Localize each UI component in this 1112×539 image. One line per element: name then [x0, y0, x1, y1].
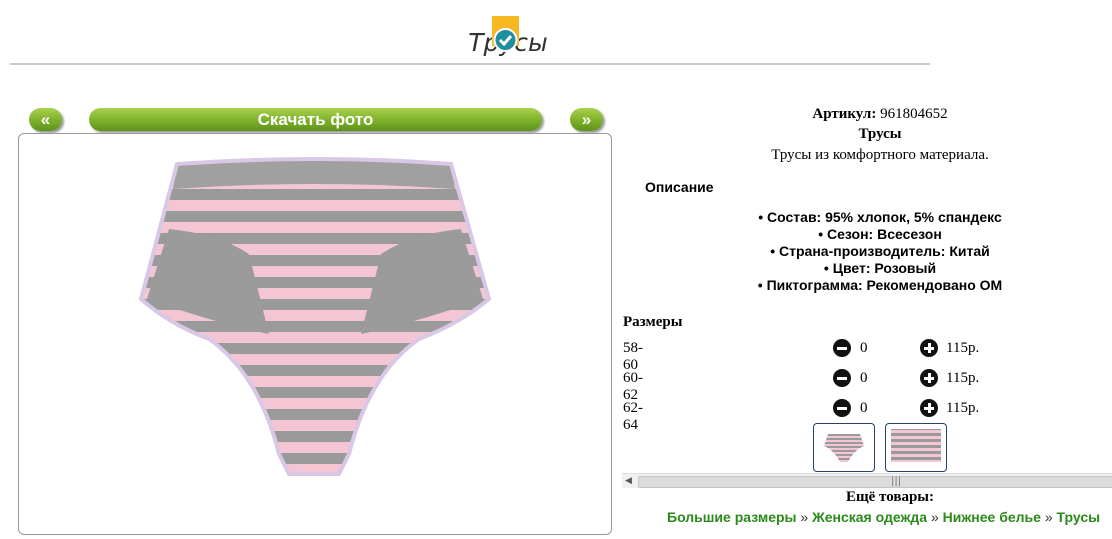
separator: »: [1040, 509, 1057, 525]
description-heading: Описание: [645, 179, 714, 195]
quantity-value: 0: [860, 400, 868, 416]
grip-icon: |||: [891, 476, 902, 487]
size-price: 115р.: [946, 370, 980, 386]
download-photo-button[interactable]: Скачать фото: [89, 108, 542, 131]
feature-item: • Пиктограмма: Рекомендовано ОМ: [757, 277, 1003, 293]
product-short-description: Трусы из комфортного материала.: [771, 147, 989, 163]
product-photo: [138, 157, 492, 476]
minus-icon[interactable]: [833, 339, 851, 357]
thumbnail-image: [891, 429, 941, 462]
article-line: Артикул: 961804652: [620, 106, 1112, 123]
feature-item: • Сезон: Всесезон: [818, 226, 942, 242]
feature-text: Пиктограмма: Рекомендовано ОМ: [766, 277, 1003, 293]
size-price: 115р.: [946, 400, 980, 416]
feature-item: • Страна-производитель: Китай: [770, 243, 990, 259]
feature-item: • Цвет: Розовый: [823, 260, 937, 276]
verified-badge-icon: [492, 16, 519, 52]
feature-item: • Состав: 95% хлопок, 5% спандекс: [758, 209, 1002, 225]
plus-icon[interactable]: [920, 399, 938, 417]
scrollbar-thumb[interactable]: |||: [638, 476, 1112, 488]
feature-text: Сезон: Всесезон: [827, 226, 942, 242]
category-links: Большие размеры » Женская одежда » Нижне…: [667, 509, 1100, 525]
title-divider: [10, 63, 930, 65]
feature-text: Страна-производитель: Китай: [779, 243, 990, 259]
article-value: 961804652: [880, 106, 948, 122]
category-link[interactable]: Большие размеры: [667, 509, 797, 525]
minus-icon[interactable]: [833, 369, 851, 387]
more-products-heading: Ещё товары:: [845, 489, 935, 505]
scroll-left-icon[interactable]: ◀: [625, 476, 632, 486]
minus-icon[interactable]: [833, 399, 851, 417]
horizontal-scrollbar[interactable]: ◀ |||: [622, 473, 1112, 488]
plus-icon[interactable]: [920, 339, 938, 357]
next-photo-button[interactable]: »: [570, 108, 603, 131]
quantity-value: 0: [860, 340, 868, 356]
separator: »: [927, 509, 943, 525]
product-name: Трусы: [858, 126, 902, 142]
product-photo-frame: [18, 133, 612, 535]
category-link[interactable]: Женская одежда: [812, 509, 927, 525]
thumbnail-image: [824, 434, 864, 462]
photo-thumbnail-2[interactable]: [885, 423, 947, 472]
size-label: 60-62: [623, 370, 643, 403]
article-label: Артикул:: [812, 106, 877, 122]
quantity-value: 0: [860, 370, 868, 386]
category-link[interactable]: Нижнее белье: [943, 509, 1041, 525]
photo-thumbnail-1[interactable]: [813, 423, 875, 472]
feature-text: Цвет: Розовый: [832, 260, 937, 276]
plus-icon[interactable]: [920, 369, 938, 387]
size-price: 115р.: [946, 340, 980, 356]
size-label: 62-64: [623, 400, 643, 433]
separator: »: [796, 509, 813, 525]
sizes-heading: Размеры: [623, 314, 683, 330]
prev-photo-button[interactable]: «: [29, 108, 62, 131]
category-link[interactable]: Трусы: [1057, 509, 1101, 525]
feature-text: Состав: 95% хлопок, 5% спандекс: [767, 209, 1002, 225]
size-label: 58-60: [623, 340, 643, 373]
